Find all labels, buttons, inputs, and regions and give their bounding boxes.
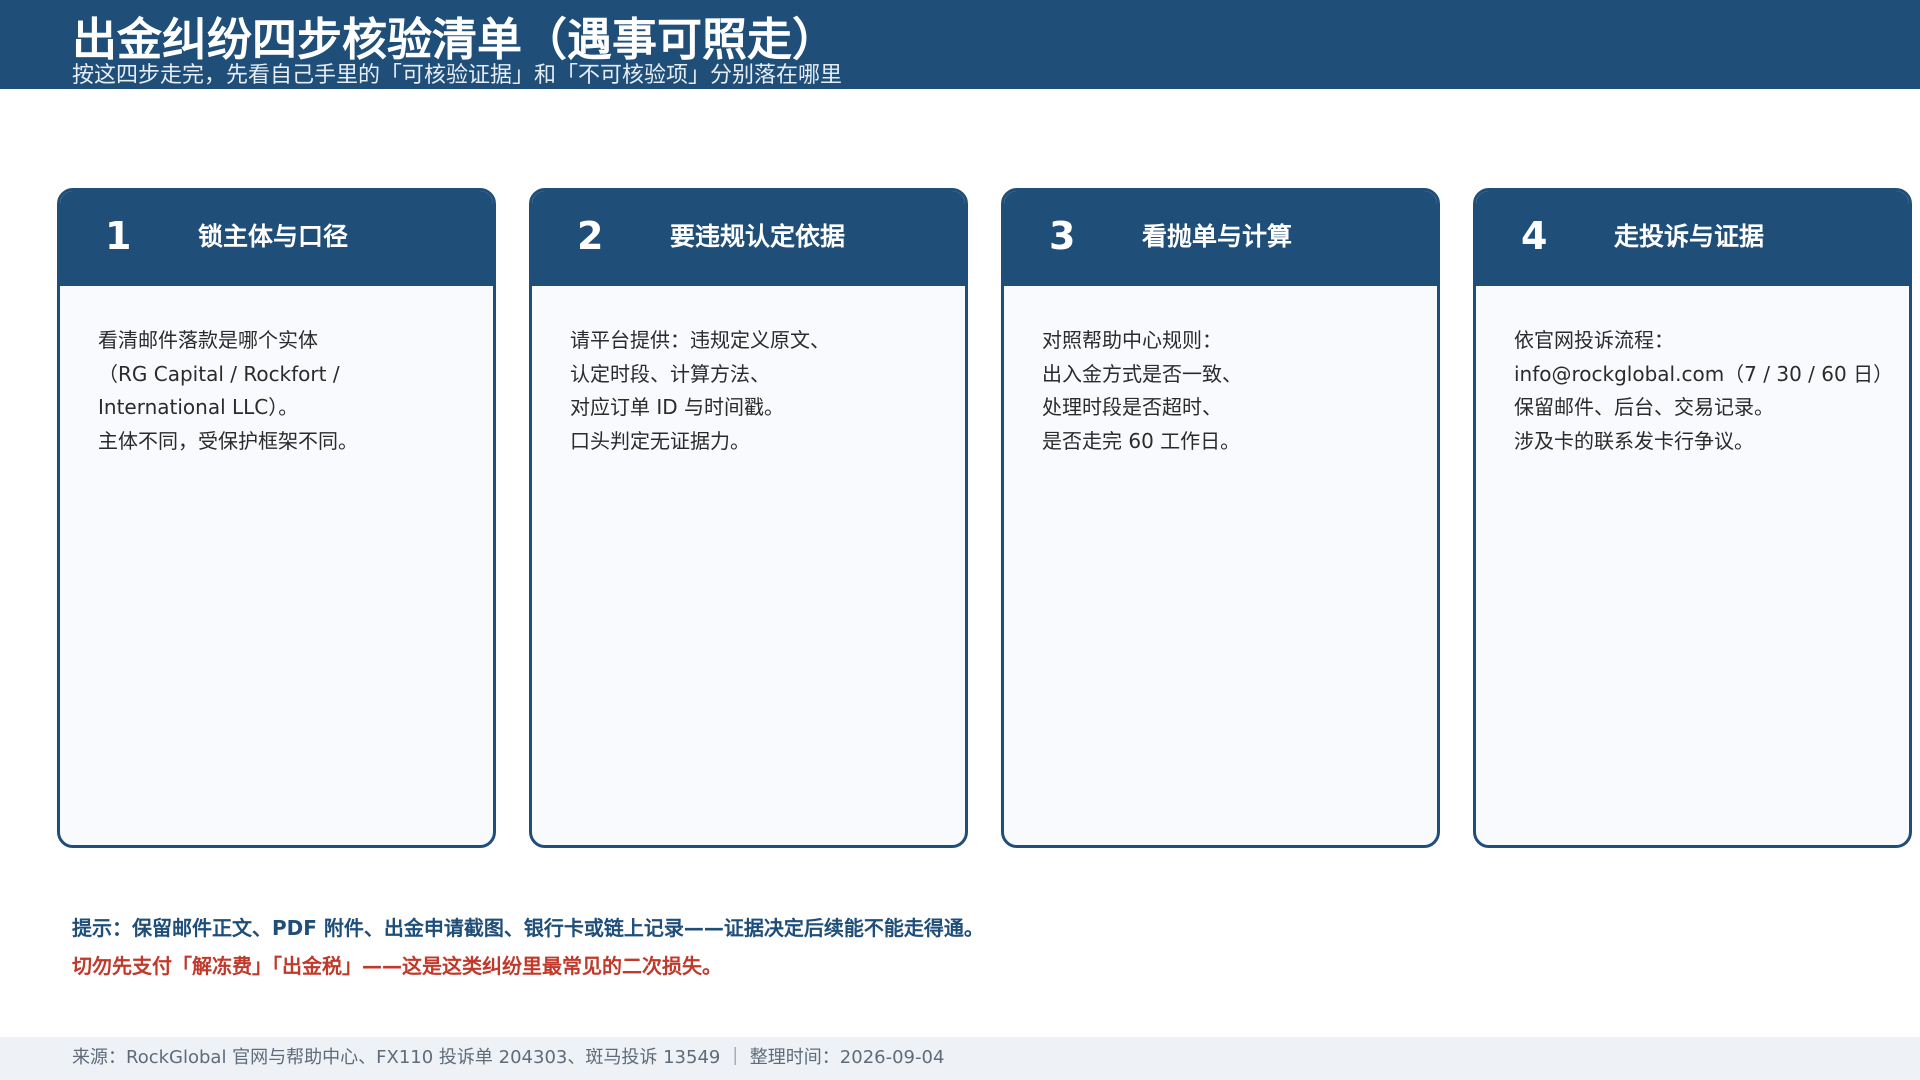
step-text-line: 请平台提供：违规定义原文、 xyxy=(570,328,830,352)
step-card-body: 对照帮助中心规则： 出入金方式是否一致、 处理时段是否超时、 是否走完 60 工… xyxy=(1004,286,1437,458)
page-title: 出金纠纷四步核验清单（遇事可照走） xyxy=(72,13,838,66)
page: 出金纠纷四步核验清单（遇事可照走） 按这四步走完，先看自己手里的「可核验证据」和… xyxy=(0,0,1920,1080)
step-text-line: 涉及卡的联系发卡行争议。 xyxy=(1514,428,1754,453)
step-text-line: 出入金方式是否一致、 xyxy=(1042,361,1242,386)
step-text-line: 看清邮件落款是哪个实体 xyxy=(98,328,318,352)
step-card-body: 依官网投诉流程： info@rockglobal.com（7 / 30 / 60… xyxy=(1476,286,1909,458)
step-text-line: 对应订单 ID 与时间戳。 xyxy=(570,395,785,419)
step-number: 4 xyxy=(1521,214,1548,258)
step-text-line: 处理时段是否超时、 xyxy=(1042,395,1222,419)
step-title: 走投诉与证据 xyxy=(1614,222,1765,251)
step-card-3: 3 看抛单与计算 对照帮助中心规则： 出入金方式是否一致、 处理时段是否超时、 … xyxy=(1001,188,1440,848)
step-title: 锁主体与口径 xyxy=(198,222,349,251)
step-text-line: （RG Capital / Rockfort / xyxy=(98,361,340,386)
step-text-line: 认定时段、计算方法、 xyxy=(570,361,770,386)
step-card-2: 2 要违规认定依据 请平台提供：违规定义原文、 认定时段、计算方法、 对应订单 … xyxy=(529,188,968,848)
step-card-header: 3 看抛单与计算 xyxy=(1004,191,1437,286)
step-text-line: info@rockglobal.com（7 / 30 / 60 日） xyxy=(1514,361,1894,386)
step-text-line: 主体不同，受保护框架不同。 xyxy=(98,428,358,453)
step-text-line: 是否走完 60 工作日。 xyxy=(1042,428,1241,453)
tip-note: 提示：保留邮件正文、PDF 附件、出金申请截图、银行卡或链上记录——证据决定后续… xyxy=(72,916,984,940)
step-text-line: 对照帮助中心规则： xyxy=(1042,328,1222,352)
step-card-header: 1 锁主体与口径 xyxy=(60,191,493,286)
step-title: 要违规认定依据 xyxy=(670,222,846,251)
step-card-body: 请平台提供：违规定义原文、 认定时段、计算方法、 对应订单 ID 与时间戳。 口… xyxy=(532,286,965,458)
step-card-1: 1 锁主体与口径 看清邮件落款是哪个实体 （RG Capital / Rockf… xyxy=(57,188,496,848)
warning-note: 切勿先支付「解冻费」「出金税」——这是这类纠纷里最常见的二次损失。 xyxy=(72,954,722,978)
step-number: 3 xyxy=(1049,214,1076,258)
step-text-line: 保留邮件、后台、交易记录。 xyxy=(1514,395,1774,419)
step-number: 2 xyxy=(577,214,604,258)
step-text-line: 依官网投诉流程： xyxy=(1514,328,1674,352)
step-title: 看抛单与计算 xyxy=(1142,222,1293,251)
footer: 来源：RockGlobal 官网与帮助中心、FX110 投诉单 204303、斑… xyxy=(0,1037,1920,1080)
source-footnote: 来源：RockGlobal 官网与帮助中心、FX110 投诉单 204303、斑… xyxy=(72,1047,945,1068)
step-card-header: 2 要违规认定依据 xyxy=(532,191,965,286)
step-text-line: 口头判定无证据力。 xyxy=(570,428,750,453)
step-card-4: 4 走投诉与证据 依官网投诉流程： info@rockglobal.com（7 … xyxy=(1473,188,1912,848)
step-card-body: 看清邮件落款是哪个实体 （RG Capital / Rockfort / Int… xyxy=(60,286,493,458)
step-card-header: 4 走投诉与证据 xyxy=(1476,191,1909,286)
step-text-line: International LLC）。 xyxy=(98,395,299,419)
header-band: 出金纠纷四步核验清单（遇事可照走） 按这四步走完，先看自己手里的「可核验证据」和… xyxy=(0,0,1920,89)
step-number: 1 xyxy=(105,214,132,258)
page-subtitle: 按这四步走完，先看自己手里的「可核验证据」和「不可核验项」分别落在哪里 xyxy=(72,63,843,88)
